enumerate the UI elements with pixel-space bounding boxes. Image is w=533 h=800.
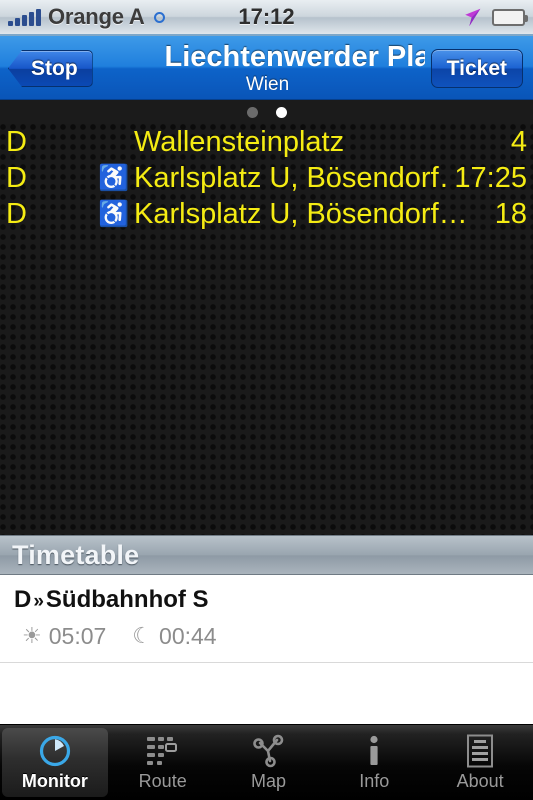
monitor-gauge-icon <box>38 734 72 768</box>
destination-label: Wallensteinplatz <box>134 126 345 158</box>
table-row[interactable]: D ♿ Karlsplatz U, Bösendorf… 17:25 <box>0 160 533 196</box>
table-row[interactable]: D Wallensteinplatz 4 <box>0 124 533 160</box>
status-bar-left: Orange A <box>0 4 165 30</box>
tab-label: About <box>456 770 504 791</box>
page-dot-active[interactable] <box>275 106 287 118</box>
timetable-entry-title: D »Südbahnhof S <box>14 585 519 617</box>
tab-info[interactable]: Info <box>321 725 427 800</box>
wheelchair-icon: ♿ <box>98 200 130 228</box>
line-label: D <box>6 162 27 194</box>
moon-icon: ☾ <box>132 623 153 648</box>
timetable-header-label: Timetable <box>12 539 140 570</box>
destination-label: Karlsplatz U, Bösendorf… <box>134 198 468 230</box>
signal-bars-icon <box>8 8 41 26</box>
timetable-line-label: D <box>14 586 32 613</box>
tab-map[interactable]: Map <box>216 725 322 800</box>
page-control[interactable] <box>0 100 533 124</box>
navigation-bar: Stop Liechtenwerder Pla Wien Ticket <box>0 36 533 100</box>
carrier-label: Orange A <box>48 4 145 29</box>
bluetooth-circle-icon <box>153 11 165 23</box>
page-subtitle: Wien <box>245 73 290 95</box>
battery-icon <box>492 8 528 26</box>
line-label: D <box>6 198 27 230</box>
arrow-icon: » <box>33 591 44 612</box>
list-item[interactable]: D »Südbahnhof S ☀ 05:07 ☾ 00:44 <box>0 575 533 663</box>
route-grid-icon <box>146 734 180 768</box>
status-bar: Orange A 17:12 <box>0 0 533 36</box>
app-root: Orange A 17:12 Stop Liechtenwerder Pla W… <box>0 0 533 800</box>
page-dot[interactable] <box>246 106 258 118</box>
first-departure-time: 05:07 <box>48 623 107 649</box>
map-network-icon <box>251 734 285 768</box>
sun-icon: ☀ <box>22 623 42 648</box>
tab-monitor[interactable]: Monitor <box>2 728 108 797</box>
departure-time: 4 <box>510 126 527 158</box>
navigation-title-block: Liechtenwerder Pla Wien <box>110 36 425 99</box>
timetable-destination-label: Südbahnhof S <box>45 586 209 613</box>
departure-board[interactable]: D Wallensteinplatz 4 D ♿ Karlsplatz U, B… <box>0 124 533 535</box>
wheelchair-icon: ♿ <box>98 164 130 192</box>
tab-bar: Monitor Route Map Info About <box>0 724 533 800</box>
status-bar-right <box>462 6 533 28</box>
table-row[interactable]: D ♿ Karlsplatz U, Bösendorf… 18 <box>0 196 533 232</box>
last-departure: ☾ 00:44 <box>132 622 216 650</box>
ticket-button[interactable]: Ticket <box>430 49 523 88</box>
info-icon <box>364 734 384 768</box>
tab-route[interactable]: Route <box>110 725 216 800</box>
tab-label: Map <box>250 770 286 791</box>
page-title: Liechtenwerder Pla <box>164 40 425 73</box>
departure-time: 18 <box>494 198 527 230</box>
tab-label: Monitor <box>21 770 88 791</box>
tab-label: Info <box>359 770 390 791</box>
about-document-icon <box>466 734 494 768</box>
tab-label: Route <box>138 770 187 791</box>
tab-about[interactable]: About <box>427 725 533 800</box>
departure-time: 17:25 <box>454 162 527 194</box>
line-label: D <box>6 126 27 158</box>
destination-label: Karlsplatz U, Bösendorf… <box>134 162 447 194</box>
timetable-section-header: Timetable <box>0 535 533 575</box>
back-button-stop[interactable]: Stop <box>8 50 93 87</box>
timetable-entry-times: ☀ 05:07 ☾ 00:44 <box>14 622 519 650</box>
location-arrow-icon <box>465 8 481 27</box>
last-departure-time: 00:44 <box>159 623 217 649</box>
first-departure: ☀ 05:07 <box>22 622 106 650</box>
